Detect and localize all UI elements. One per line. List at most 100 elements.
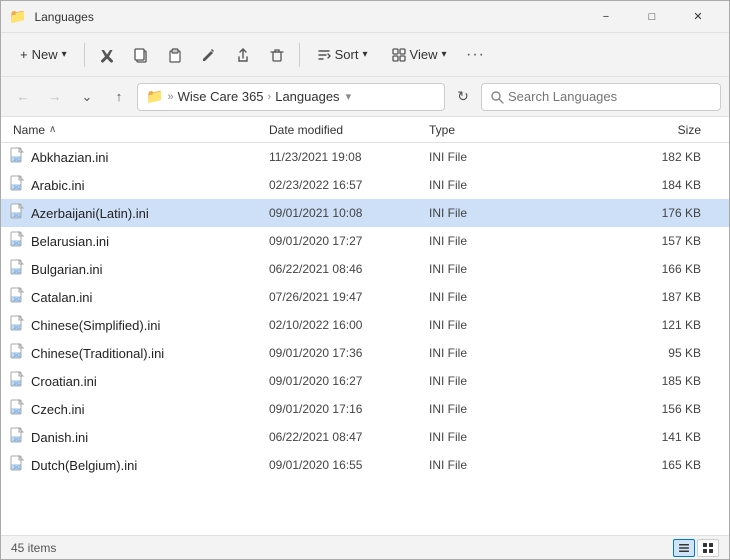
file-name: Bulgarian.ini [31, 262, 103, 277]
ini-file-icon: INI [9, 399, 25, 420]
cell-date: 06/22/2021 08:47 [269, 430, 429, 444]
forward-button[interactable]: → [41, 83, 69, 111]
search-input[interactable] [508, 89, 712, 104]
cell-type: INI File [429, 150, 529, 164]
share-button[interactable] [227, 39, 259, 71]
view-icon [392, 48, 406, 62]
cell-size: 176 KB [529, 206, 721, 220]
file-row[interactable]: INI Dutch(Belgium).ini 09/01/2020 16:55 … [1, 451, 729, 479]
cell-type: INI File [429, 402, 529, 416]
minimize-button[interactable]: − [583, 1, 629, 33]
file-row[interactable]: INI Chinese(Traditional).ini 09/01/2020 … [1, 339, 729, 367]
cell-name: INI Danish.ini [9, 427, 269, 448]
file-row[interactable]: INI Abkhazian.ini 11/23/2021 19:08 INI F… [1, 143, 729, 171]
title-bar-controls: − □ ✕ [583, 1, 721, 33]
column-type-header[interactable]: Type [429, 123, 529, 137]
cell-type: INI File [429, 374, 529, 388]
ini-file-icon: INI [9, 455, 25, 476]
delete-button[interactable] [261, 39, 293, 71]
svg-text:INI: INI [13, 409, 21, 414]
folder-icon: 📁 [146, 88, 163, 105]
copy-button[interactable] [125, 39, 157, 71]
cell-type: INI File [429, 206, 529, 220]
svg-text:INI: INI [13, 157, 21, 162]
sort-button[interactable]: Sort ▾ [306, 39, 379, 71]
cell-date: 02/10/2022 16:00 [269, 318, 429, 332]
new-chevron-icon: ▾ [62, 49, 67, 60]
new-button[interactable]: + New ▾ [9, 39, 78, 71]
cut-button[interactable] [91, 39, 123, 71]
file-name: Danish.ini [31, 430, 88, 445]
grid-view-button[interactable] [697, 539, 719, 557]
title-bar-icon: 📁 [9, 8, 26, 25]
file-name: Croatian.ini [31, 374, 97, 389]
cell-date: 09/01/2020 16:27 [269, 374, 429, 388]
file-name: Azerbaijani(Latin).ini [31, 206, 149, 221]
breadcrumb[interactable]: 📁 » Wise Care 365 › Languages ▾ [137, 83, 445, 111]
file-name: Dutch(Belgium).ini [31, 458, 137, 473]
column-size-header[interactable]: Size [529, 123, 721, 137]
maximize-button[interactable]: □ [629, 1, 675, 33]
file-row[interactable]: INI Catalan.ini 07/26/2021 19:47 INI Fil… [1, 283, 729, 311]
view-toggle [673, 539, 719, 557]
back-button[interactable]: ← [9, 83, 37, 111]
file-row[interactable]: INI Azerbaijani(Latin).ini 09/01/2021 10… [1, 199, 729, 227]
ini-file-icon: INI [9, 315, 25, 336]
file-row[interactable]: INI Croatian.ini 09/01/2020 16:27 INI Fi… [1, 367, 729, 395]
ini-file-icon: INI [9, 287, 25, 308]
file-row[interactable]: INI Belarusian.ini 09/01/2020 17:27 INI … [1, 227, 729, 255]
svg-text:INI: INI [13, 297, 21, 302]
file-row[interactable]: INI Chinese(Simplified).ini 02/10/2022 1… [1, 311, 729, 339]
file-row[interactable]: INI Arabic.ini 02/23/2022 16:57 INI File… [1, 171, 729, 199]
toolbar-separator-1 [84, 43, 85, 67]
cell-date: 06/22/2021 08:46 [269, 262, 429, 276]
cell-size: 165 KB [529, 458, 721, 472]
list-view-button[interactable] [673, 539, 695, 557]
file-name: Abkhazian.ini [31, 150, 108, 165]
cell-name: INI Czech.ini [9, 399, 269, 420]
svg-text:INI: INI [13, 353, 21, 358]
file-row[interactable]: INI Czech.ini 09/01/2020 17:16 INI File … [1, 395, 729, 423]
view-button[interactable]: View ▾ [381, 39, 458, 71]
status-text: 45 items [11, 541, 56, 555]
close-button[interactable]: ✕ [675, 1, 721, 33]
cell-type: INI File [429, 458, 529, 472]
cell-size: 187 KB [529, 290, 721, 304]
file-row[interactable]: INI Danish.ini 06/22/2021 08:47 INI File… [1, 423, 729, 451]
paste-icon [167, 47, 183, 63]
up-button[interactable]: ↑ [105, 83, 133, 111]
cell-type: INI File [429, 430, 529, 444]
file-name: Chinese(Simplified).ini [31, 318, 160, 333]
file-area: Name ∧ Date modified Type Size INI [1, 117, 729, 535]
status-bar: 45 items [1, 535, 729, 559]
cell-type: INI File [429, 178, 529, 192]
cell-size: 182 KB [529, 150, 721, 164]
cell-date: 09/01/2020 16:55 [269, 458, 429, 472]
rename-button[interactable] [193, 39, 225, 71]
file-row[interactable]: INI Bulgarian.ini 06/22/2021 08:46 INI F… [1, 255, 729, 283]
svg-text:INI: INI [13, 185, 21, 190]
column-date-header[interactable]: Date modified [269, 123, 429, 137]
ini-file-icon: INI [9, 203, 25, 224]
view-chevron-icon: ▾ [441, 49, 446, 60]
more-button[interactable]: ··· [460, 39, 492, 71]
search-box[interactable] [481, 83, 721, 111]
address-bar: ← → ⌄ ↑ 📁 » Wise Care 365 › Languages ▾ … [1, 77, 729, 117]
svg-text:INI: INI [13, 465, 21, 470]
cell-date: 02/23/2022 16:57 [269, 178, 429, 192]
toolbar-separator-2 [299, 43, 300, 67]
file-name: Czech.ini [31, 402, 84, 417]
column-name-header[interactable]: Name ∧ [9, 123, 269, 137]
refresh-button[interactable]: ↻ [449, 83, 477, 111]
cell-date: 09/01/2021 10:08 [269, 206, 429, 220]
recent-locations-button[interactable]: ⌄ [73, 83, 101, 111]
delete-icon [269, 47, 285, 63]
paste-button[interactable] [159, 39, 191, 71]
svg-text:INI: INI [13, 325, 21, 330]
ini-file-icon: INI [9, 343, 25, 364]
file-list[interactable]: INI Abkhazian.ini 11/23/2021 19:08 INI F… [1, 143, 729, 535]
file-name: Arabic.ini [31, 178, 84, 193]
cell-size: 95 KB [529, 346, 721, 360]
cell-name: INI Croatian.ini [9, 371, 269, 392]
cell-name: INI Catalan.ini [9, 287, 269, 308]
